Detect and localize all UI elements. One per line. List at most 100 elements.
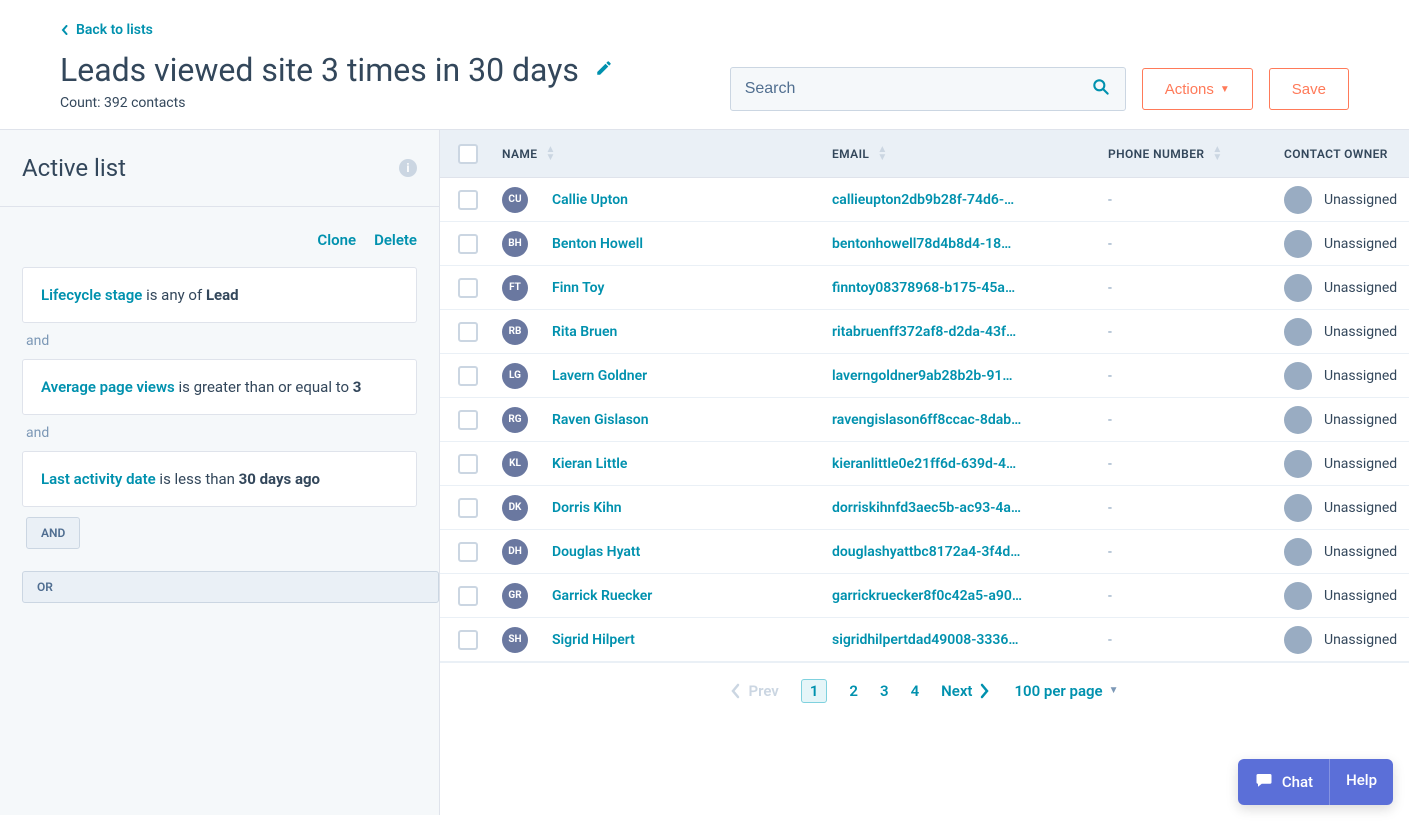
chevron-left-icon — [730, 683, 742, 699]
owner-value: Unassigned — [1324, 632, 1397, 648]
table-header: NAME ▲▼ EMAIL ▲▼ PHONE NUMBER ▲▼ CONTACT… — [440, 130, 1409, 178]
owner-value: Unassigned — [1324, 544, 1397, 560]
owner-value: Unassigned — [1324, 412, 1397, 428]
pagination-page-2[interactable]: 2 — [849, 682, 858, 700]
back-to-lists-link[interactable]: Back to lists — [60, 22, 153, 38]
column-owner[interactable]: CONTACT OWNER — [1284, 147, 1409, 161]
pagination-prev-label: Prev — [748, 682, 778, 700]
sidebar-title: Active list — [22, 154, 126, 182]
row-checkbox[interactable] — [458, 410, 478, 430]
row-checkbox[interactable] — [458, 234, 478, 254]
delete-link[interactable]: Delete — [374, 231, 417, 249]
contact-email-link[interactable]: ritabruenff372af8-d2da-43f… — [832, 324, 1016, 340]
contact-email-link[interactable]: finntoy08378968-b175-45a… — [832, 280, 1015, 296]
clone-link[interactable]: Clone — [317, 231, 356, 249]
owner-avatar — [1284, 230, 1312, 258]
phone-value: - — [1108, 632, 1112, 648]
avatar: KL — [502, 451, 528, 477]
chevron-left-icon — [60, 25, 70, 35]
chat-icon — [1254, 771, 1274, 793]
caret-down-icon: ▼ — [1220, 84, 1230, 95]
pagination-next[interactable]: Next — [941, 682, 990, 700]
row-checkbox[interactable] — [458, 190, 478, 210]
table-row: KL Kieran Little kieranlittle0e21ff6d-63… — [440, 442, 1409, 486]
contact-email-link[interactable]: garrickruecker8f0c42a5-a90… — [832, 588, 1022, 604]
contact-name-link[interactable]: Sigrid Hilpert — [552, 632, 635, 648]
connector-and: and — [22, 415, 417, 451]
contact-email-link[interactable]: douglashyattbc8172a4-3f4d… — [832, 544, 1020, 560]
search-input-container[interactable] — [730, 67, 1126, 111]
connector-and: and — [22, 323, 417, 359]
avatar: GR — [502, 583, 528, 609]
contact-email-link[interactable]: sigridhilpertdad49008-3336… — [832, 632, 1018, 648]
row-checkbox[interactable] — [458, 542, 478, 562]
pagination-prev: Prev — [730, 682, 778, 700]
contact-name-link[interactable]: Rita Bruen — [552, 324, 617, 340]
owner-value: Unassigned — [1324, 324, 1397, 340]
contact-email-link[interactable]: ravengislason6ff8ccac-8dab… — [832, 412, 1021, 428]
row-checkbox[interactable] — [458, 630, 478, 650]
help-button[interactable]: Help — [1330, 759, 1393, 805]
contact-email-link[interactable]: bentonhowell78d4b8d4-18… — [832, 236, 1011, 252]
owner-avatar — [1284, 450, 1312, 478]
table-row: DK Dorris Kihn dorriskihnfd3aec5b-ac93-4… — [440, 486, 1409, 530]
row-checkbox[interactable] — [458, 454, 478, 474]
avatar: DH — [502, 539, 528, 565]
search-input[interactable] — [745, 80, 1091, 98]
filter-card-last-activity[interactable]: Last activity date is less than 30 days … — [22, 451, 417, 507]
contact-name-link[interactable]: Garrick Ruecker — [552, 588, 652, 604]
contact-name-link[interactable]: Lavern Goldner — [552, 368, 647, 384]
filter-property: Lifecycle stage — [41, 286, 142, 304]
select-all-checkbox[interactable] — [458, 144, 478, 164]
page-title: Leads viewed site 3 times in 30 days — [60, 51, 579, 89]
sort-icon: ▲▼ — [877, 146, 887, 162]
contact-name-link[interactable]: Douglas Hyatt — [552, 544, 640, 560]
pagination-next-label: Next — [941, 682, 972, 700]
pagination-page-1[interactable]: 1 — [801, 679, 828, 703]
column-phone[interactable]: PHONE NUMBER ▲▼ — [1108, 146, 1284, 162]
contact-email-link[interactable]: kieranlittle0e21ff6d-639d-4… — [832, 456, 1016, 472]
avatar: FT — [502, 275, 528, 301]
actions-button[interactable]: Actions ▼ — [1142, 68, 1253, 110]
row-checkbox[interactable] — [458, 322, 478, 342]
filter-card-lifecycle-stage[interactable]: Lifecycle stage is any of Lead — [22, 267, 417, 323]
column-email[interactable]: EMAIL ▲▼ — [832, 146, 1108, 162]
filter-value: Lead — [206, 286, 239, 304]
contact-name-link[interactable]: Finn Toy — [552, 280, 604, 296]
owner-avatar — [1284, 582, 1312, 610]
avatar: SH — [502, 627, 528, 653]
contact-email-link[interactable]: dorriskihnfd3aec5b-ac93-4a… — [832, 500, 1021, 516]
filter-card-avg-page-views[interactable]: Average page views is greater than or eq… — [22, 359, 417, 415]
phone-value: - — [1108, 280, 1112, 296]
save-button-label: Save — [1292, 81, 1326, 98]
contact-name-link[interactable]: Kieran Little — [552, 456, 627, 472]
contact-email-link[interactable]: laverngoldner9ab28b2b-91… — [832, 368, 1013, 384]
save-button[interactable]: Save — [1269, 68, 1349, 110]
per-page-select[interactable]: 100 per page ▼ — [1014, 682, 1118, 700]
table-row: LG Lavern Goldner laverngoldner9ab28b2b-… — [440, 354, 1409, 398]
pagination-page-3[interactable]: 3 — [880, 682, 889, 700]
add-and-button[interactable]: AND — [26, 517, 80, 549]
contact-name-link[interactable]: Benton Howell — [552, 236, 643, 252]
row-checkbox[interactable] — [458, 366, 478, 386]
contact-name-link[interactable]: Raven Gislason — [552, 412, 649, 428]
chat-button[interactable]: Chat — [1238, 759, 1330, 805]
edit-icon[interactable] — [595, 59, 613, 81]
add-or-button[interactable]: OR — [22, 571, 439, 603]
contact-name-link[interactable]: Callie Upton — [552, 192, 628, 208]
pagination: Prev 1 2 3 4 Next 100 per page ▼ — [440, 662, 1409, 718]
column-email-label: EMAIL — [832, 147, 869, 161]
row-checkbox[interactable] — [458, 586, 478, 606]
owner-value: Unassigned — [1324, 236, 1397, 252]
owner-avatar — [1284, 186, 1312, 214]
column-name[interactable]: NAME ▲▼ — [502, 146, 832, 162]
row-checkbox[interactable] — [458, 498, 478, 518]
contact-email-link[interactable]: callieupton2db9b28f-74d6-… — [832, 192, 1014, 208]
filter-operator: is any of — [142, 286, 206, 304]
contact-name-link[interactable]: Dorris Kihn — [552, 500, 622, 516]
row-checkbox[interactable] — [458, 278, 478, 298]
info-icon[interactable]: i — [399, 159, 417, 177]
pagination-page-4[interactable]: 4 — [911, 682, 920, 700]
back-link-label: Back to lists — [76, 22, 153, 38]
owner-value: Unassigned — [1324, 280, 1397, 296]
